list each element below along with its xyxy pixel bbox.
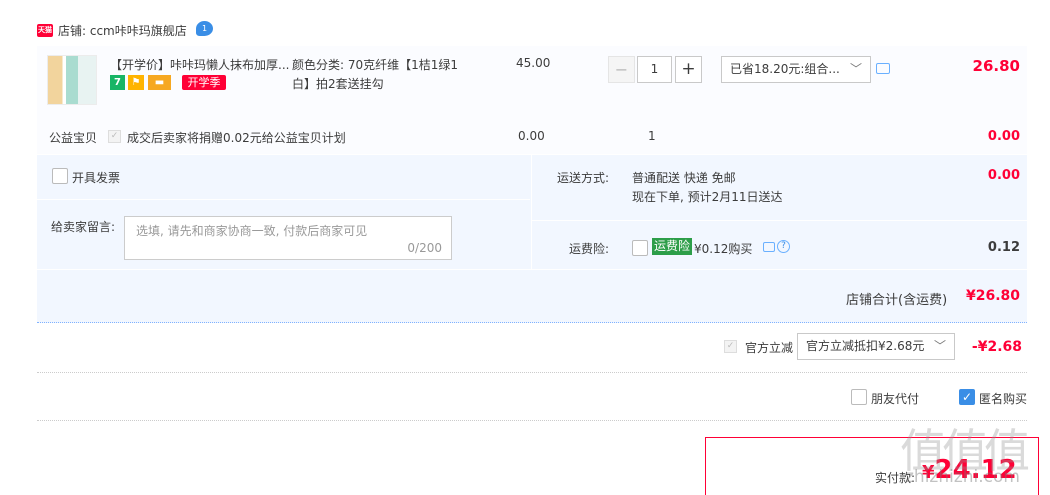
item-title-link[interactable]: 【开学价】咔咔玛懒人抹布加厚... — [110, 56, 290, 73]
chevron-down-icon: ﹀ — [849, 62, 862, 76]
help-icon[interactable]: ? — [777, 240, 790, 253]
seven-day-return-icon: 7 — [110, 75, 125, 90]
divider — [37, 199, 530, 200]
divider — [531, 155, 532, 269]
shop-service-icon: ⚑ — [128, 75, 144, 90]
item-unit-price: 45.00 — [516, 56, 551, 70]
official-discount-checkbox: ✓ — [724, 340, 737, 353]
insurance-checkbox[interactable] — [632, 240, 648, 256]
divider — [531, 220, 1027, 221]
delivery-estimate: 现在下单, 预计2月11日送达 — [632, 190, 783, 204]
invoice-checkbox[interactable] — [52, 168, 68, 184]
insurance-message-icon[interactable] — [763, 242, 775, 252]
shop-total: ¥26.80 — [966, 288, 1021, 304]
promo-select[interactable]: 已省18.20元:组合... ﹀ — [721, 56, 871, 83]
divider — [37, 372, 1027, 373]
friend-pay-checkbox[interactable] — [851, 389, 867, 405]
shop-name-link[interactable]: 店铺: ccm咔咔玛旗舰店 — [58, 22, 187, 39]
qty-increase-button[interactable]: + — [675, 56, 702, 83]
shipping-label: 运送方式: — [557, 171, 610, 185]
shop-total-label: 店铺合计(含运费) — [846, 293, 948, 308]
charity-text: 成交后卖家将捐赠0.02元给公益宝贝计划 — [127, 131, 346, 145]
discount-amount: -¥2.68 — [971, 339, 1022, 355]
promo-select-label: 已省18.20元:组合... — [730, 62, 840, 76]
charity-subtotal: 0.00 — [987, 129, 1020, 144]
insurance-price-text: ¥0.12购买 — [694, 242, 753, 256]
item-subtotal: 26.80 — [972, 57, 1020, 75]
qty-input[interactable]: 1 — [637, 56, 672, 83]
shipping-method: 普通配送 快递 免邮 现在下单, 预计2月11日送达 — [632, 169, 783, 207]
anonymous-label[interactable]: 匿名购买 — [979, 390, 1027, 407]
insurance-label: 运费险: — [569, 242, 610, 256]
shipping-fee: 0.00 — [987, 168, 1020, 183]
memo-label: 给卖家留言: — [51, 220, 116, 234]
divider — [37, 420, 1027, 421]
shipping-method-line: 普通配送 快递 免邮 — [632, 171, 736, 185]
wangwang-chat-icon[interactable]: 1 — [196, 21, 213, 36]
friend-pay-label[interactable]: 朋友代付 — [871, 390, 919, 407]
watermark-url: zhizhizhi.com — [905, 467, 1020, 487]
memo-char-count: 0/200 — [407, 241, 442, 255]
charity-checkbox: ✓ — [108, 130, 121, 143]
official-discount-label: 官方立减 — [745, 341, 794, 355]
charity-price: 0.00 — [518, 129, 545, 143]
message-icon[interactable] — [876, 63, 890, 74]
credit-card-icon: ▬ — [148, 75, 171, 90]
discount-select[interactable]: 官方立减抵扣¥2.68元 ﹀ — [797, 333, 955, 360]
discount-select-label: 官方立减抵扣¥2.68元 — [806, 339, 925, 353]
item-sku: 颜色分类: 70克纤维【1桔1绿1白】拍2套送挂勾 — [292, 58, 459, 91]
product-thumbnail[interactable] — [47, 55, 97, 105]
divider — [37, 269, 1027, 270]
memo-placeholder: 选填, 请先和商家协商一致, 付款后商家可见 — [136, 224, 368, 238]
anonymous-checkbox[interactable]: ✓ — [959, 389, 975, 405]
qty-decrease-button[interactable]: − — [608, 56, 635, 83]
tmall-logo-icon: 天猫 — [37, 24, 53, 37]
insurance-fee: 0.12 — [987, 240, 1020, 255]
charity-qty: 1 — [648, 129, 656, 143]
charity-label: 公益宝贝 — [49, 131, 98, 145]
invoice-label[interactable]: 开具发票 — [72, 169, 120, 186]
school-season-badge: 开学季 — [182, 75, 226, 90]
insurance-tag: 运费险 — [652, 238, 693, 255]
